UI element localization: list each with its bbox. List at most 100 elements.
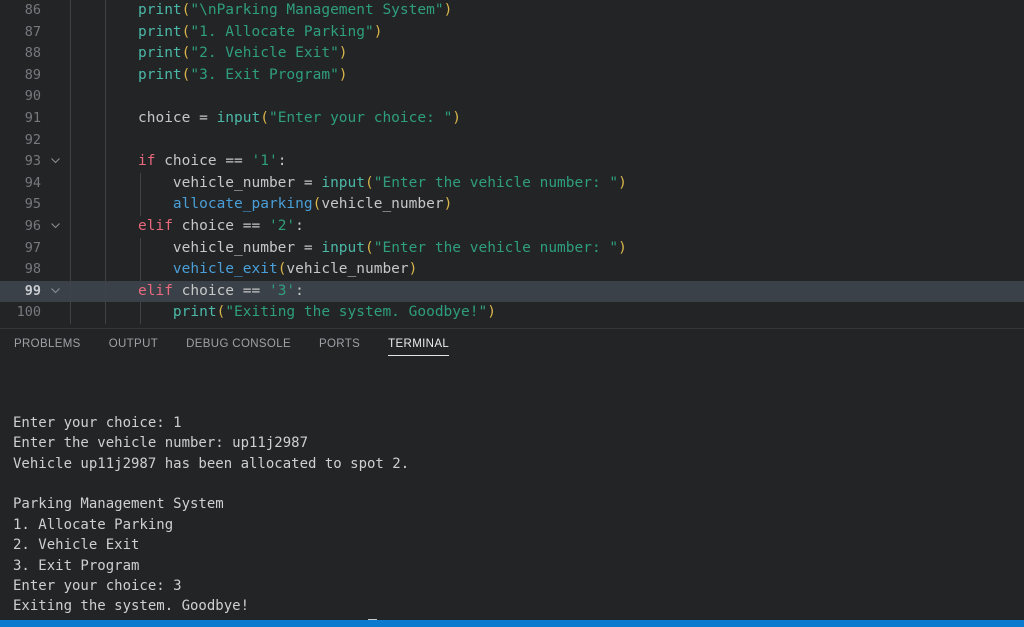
code-lines-container[interactable]: 86print("\nParking Management System")87… — [0, 0, 1024, 324]
indent-guide — [105, 151, 106, 173]
token-fn: input — [321, 240, 365, 256]
token-op: : — [295, 218, 304, 234]
chevron-down-icon[interactable] — [48, 281, 62, 303]
terminal-line: Exiting the system. Goodbye! — [13, 596, 1024, 616]
token-fnb: vehicle_exit — [173, 261, 278, 277]
token-str: "Enter the vehicle number: " — [374, 175, 618, 191]
line-number: 87 — [0, 22, 41, 44]
terminal-line: 3. Exit Program — [13, 556, 1024, 576]
panel-tab-bar[interactable]: PROBLEMS OUTPUT DEBUG CONSOLE PORTS TERMINAL — [0, 329, 1024, 359]
indent-guide — [70, 216, 71, 238]
token-var: choice — [182, 283, 243, 299]
token-par: ) — [339, 45, 348, 61]
line-number: 100 — [0, 302, 41, 324]
indent-guide — [105, 86, 106, 108]
code-line[interactable]: 99elif choice == '3': — [0, 281, 1024, 303]
tab-debug-console[interactable]: DEBUG CONSOLE — [186, 329, 291, 356]
terminal-lines-container: Enter your choice: 1Enter the vehicle nu… — [13, 372, 1024, 617]
code-line[interactable]: 91choice = input("Enter your choice: ") — [0, 108, 1024, 130]
indent-guide — [105, 65, 106, 87]
indent-guide — [105, 281, 106, 303]
code-line[interactable]: 95 allocate_parking(vehicle_number) — [0, 194, 1024, 216]
token-var: vehicle_number — [321, 196, 443, 212]
vscode-window: 86print("\nParking Management System")87… — [0, 0, 1024, 627]
terminal-line: Vehicle up11j2987 has been allocated to … — [13, 454, 1024, 474]
token-op: = — [199, 110, 216, 126]
code-text: choice = input("Enter your choice: ") — [138, 108, 461, 130]
tab-ports[interactable]: PORTS — [319, 329, 360, 356]
terminal-line: Enter your choice: 1 — [13, 413, 1024, 433]
token-fn: print — [173, 304, 217, 320]
token-var: choice — [138, 110, 199, 126]
tab-terminal[interactable]: TERMINAL — [388, 329, 449, 356]
token-fn: input — [217, 110, 261, 126]
code-line[interactable]: 90 — [0, 86, 1024, 108]
token-var — [138, 261, 173, 277]
token-var — [138, 196, 173, 212]
code-text: print("2. Vehicle Exit") — [138, 43, 348, 65]
indent-guide — [70, 108, 71, 130]
indent-guide — [70, 194, 71, 216]
token-par: ) — [618, 175, 627, 191]
token-kw: elif — [138, 218, 182, 234]
indent-guide — [105, 302, 106, 324]
code-line[interactable]: 94 vehicle_number = input("Enter the veh… — [0, 173, 1024, 195]
token-var — [138, 304, 173, 320]
token-par: ) — [487, 304, 496, 320]
code-line[interactable]: 98 vehicle_exit(vehicle_number) — [0, 259, 1024, 281]
code-line[interactable]: 92 — [0, 130, 1024, 152]
status-bar[interactable] — [0, 620, 1024, 627]
indent-guide — [105, 130, 106, 152]
terminal-line: Enter your choice: 3 — [13, 576, 1024, 596]
code-text: print("\nParking Management System") — [138, 0, 452, 22]
token-str: "3. Exit Program" — [190, 67, 338, 83]
terminal-line: Enter the vehicle number: up11j2987 — [13, 433, 1024, 453]
code-line[interactable]: 87 print("1. Allocate Parking") — [0, 22, 1024, 44]
line-number: 93 — [0, 151, 41, 173]
token-var: vehicle_number — [286, 261, 408, 277]
indent-guide — [70, 43, 71, 65]
indent-guide — [105, 173, 106, 195]
code-line[interactable]: 93if choice == '1': — [0, 151, 1024, 173]
terminal-line — [13, 372, 1024, 392]
chevron-down-icon[interactable] — [48, 151, 62, 173]
line-number: 97 — [0, 238, 41, 260]
code-editor[interactable]: 86print("\nParking Management System")87… — [0, 0, 1024, 329]
token-str: '3' — [269, 283, 295, 299]
line-number: 89 — [0, 65, 41, 87]
code-text: elif choice == '2': — [138, 216, 304, 238]
code-text: vehicle_number = input("Enter the vehicl… — [138, 238, 627, 260]
code-line[interactable]: 100 print("Exiting the system. Goodbye!"… — [0, 302, 1024, 324]
token-par: ( — [365, 175, 374, 191]
indent-guide — [70, 65, 71, 87]
line-number: 92 — [0, 130, 41, 152]
code-line[interactable]: 97 vehicle_number = input("Enter the veh… — [0, 238, 1024, 260]
token-op: = — [304, 240, 321, 256]
line-number: 86 — [0, 0, 41, 22]
code-line[interactable]: 86 print("\nParking Management System") — [0, 0, 1024, 22]
indent-guide — [70, 0, 71, 22]
indent-guide — [105, 194, 106, 216]
token-kw: if — [138, 153, 164, 169]
tab-problems[interactable]: PROBLEMS — [14, 329, 81, 356]
indent-guide — [70, 86, 71, 108]
code-line[interactable]: 88print("2. Vehicle Exit") — [0, 43, 1024, 65]
indent-guide — [105, 0, 106, 22]
code-line[interactable]: 96elif choice == '2': — [0, 216, 1024, 238]
token-par: ) — [409, 261, 418, 277]
terminal-output[interactable]: Enter your choice: 1Enter the vehicle nu… — [0, 359, 1024, 620]
line-number: 95 — [0, 194, 41, 216]
line-number: 98 — [0, 259, 41, 281]
code-text: print("1. Allocate Parking") — [138, 22, 382, 44]
token-op: == — [243, 283, 269, 299]
token-par: ( — [365, 240, 374, 256]
tab-output[interactable]: OUTPUT — [109, 329, 158, 356]
code-line[interactable]: 89print("3. Exit Program") — [0, 65, 1024, 87]
indent-guide — [70, 22, 71, 44]
indent-guide — [105, 238, 106, 260]
indent-guide — [70, 173, 71, 195]
chevron-down-icon[interactable] — [48, 216, 62, 238]
code-text: vehicle_exit(vehicle_number) — [138, 259, 417, 281]
token-fnb: allocate_parking — [173, 196, 313, 212]
indent-guide — [105, 108, 106, 130]
